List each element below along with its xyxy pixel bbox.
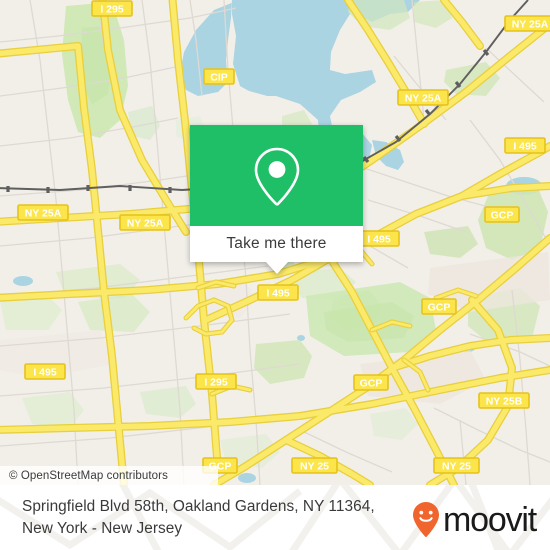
road-shield-label: GCP [491,210,514,222]
location-address: Springfield Blvd 58th, Oakland Gardens, … [22,496,422,540]
popup-header [190,125,363,226]
road-shield-label: NY 25A [405,93,442,105]
osm-attribution[interactable]: © OpenStreetMap contributors [0,466,218,485]
road-shield-label: I 295 [100,4,124,16]
road-shield-label: NY 25 [300,461,329,473]
road-shield: I 495 [24,363,66,380]
road-shield: NY 25A [397,89,449,106]
road-shield: GCP [353,374,389,391]
road-shield: NY 25A [17,204,69,221]
road-shield-label: NY 25A [25,208,62,220]
popup-pointer [265,262,288,274]
road-shield: GCP [421,298,457,315]
road-shield-label: NY 25A [512,19,549,31]
take-me-there-button[interactable]: Take me there [190,226,363,262]
road-shield-label: NY 25A [127,218,164,230]
road-shield-label: I 295 [204,377,228,389]
moovit-map-screenshot: I 295 NY 25A CIP NY 25A I 495 NY 25A NY 25A GCP… [0,0,550,550]
location-popup[interactable]: Take me there [190,125,363,274]
road-shield-label: GCP [428,302,451,314]
road-shield: I 495 [504,137,546,154]
road-shield: I 495 [257,284,299,301]
road-shield: NY 25 [433,457,480,474]
footer-bar: Springfield Blvd 58th, Oakland Gardens, … [0,485,550,550]
road-shield: GCP [484,206,520,223]
moovit-wordmark: moovit [443,501,537,539]
osm-attribution-text: © OpenStreetMap contributors [9,469,168,482]
road-shield: CIP [203,68,235,85]
road-shield-label: CIP [210,72,228,84]
road-shield: NY 25 [291,457,338,474]
road-shield: NY 25A [504,15,550,32]
road-shield-label: NY 25 [442,461,471,473]
road-shield-label: GCP [360,378,383,390]
map-pin-icon [254,147,299,206]
road-shield: I 495 [358,230,400,247]
road-shield-label: I 495 [513,141,537,153]
road-shield-label: I 495 [367,234,391,246]
road-shield: NY 25B [478,392,530,409]
take-me-there-label: Take me there [226,235,327,252]
road-shield-label: NY 25B [486,396,523,408]
moovit-pin-icon [413,502,440,537]
moovit-logo[interactable]: moovit [411,501,537,539]
road-shield: I 295 [195,373,237,390]
address-line-2: New York - New Jersey [22,520,183,537]
address-line-1: Springfield Blvd 58th, Oakland Gardens, … [22,498,375,515]
road-shield: I 295 [91,0,133,17]
road-shield: NY 25A [119,214,171,231]
road-shield-label: I 495 [266,288,290,300]
road-shield-label: I 495 [33,367,57,379]
